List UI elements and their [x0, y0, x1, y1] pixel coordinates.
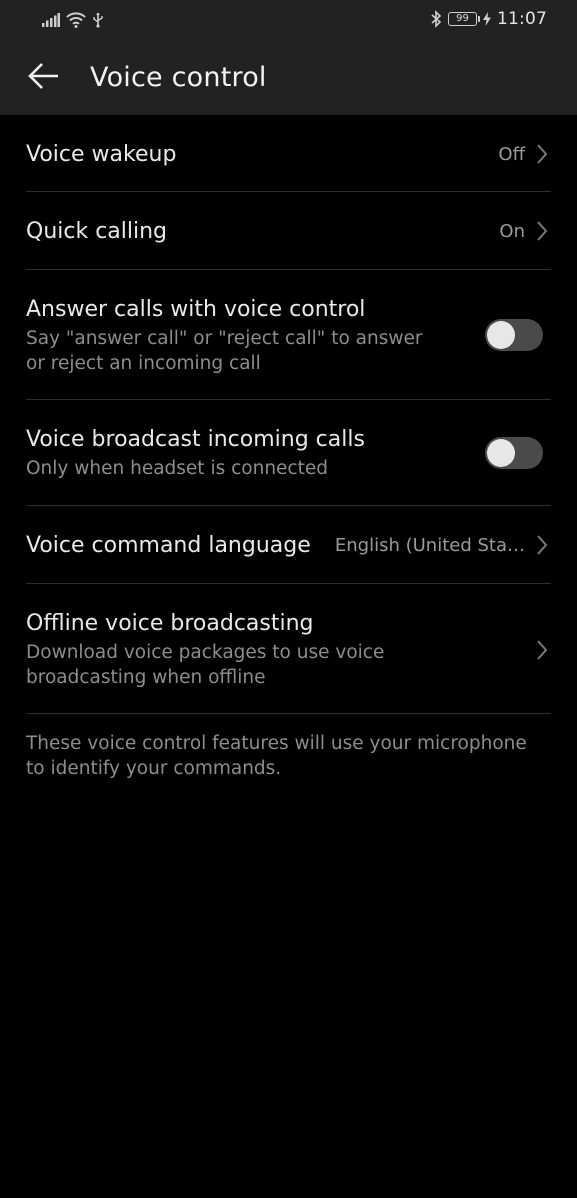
answer-calls-toggle[interactable]: [485, 319, 543, 351]
toggle-knob: [487, 321, 515, 349]
back-arrow-icon[interactable]: [26, 58, 62, 94]
voice-broadcast-label: Voice broadcast incoming calls: [26, 427, 365, 452]
app-bar: Voice control: [0, 40, 577, 115]
offline-broadcasting-text: Offline voice broadcasting Download voic…: [26, 610, 426, 690]
usb-icon: [93, 12, 103, 28]
chevron-right-icon: [537, 221, 548, 241]
signal-icon: [42, 13, 60, 27]
chevron-right-icon: [537, 144, 548, 164]
offline-broadcasting-label: Offline voice broadcasting: [26, 611, 314, 636]
command-language-label: Voice command language: [26, 533, 311, 558]
chevron-right-icon: [537, 535, 548, 555]
settings-list: Voice wakeup Off Quick calling On Answer…: [26, 115, 551, 714]
status-left: [42, 10, 104, 30]
offline-broadcasting-row[interactable]: Offline voice broadcasting Download voic…: [26, 584, 551, 714]
wifi-icon: [66, 12, 86, 28]
voice-broadcast-row[interactable]: Voice broadcast incoming calls Only when…: [26, 400, 551, 506]
voice-wakeup-row[interactable]: Voice wakeup Off: [26, 115, 551, 192]
quick-calling-value: On: [499, 221, 525, 242]
microphone-usage-note: These voice control features will use yo…: [26, 733, 527, 779]
quick-calling-row[interactable]: Quick calling On: [26, 192, 551, 270]
voice-broadcast-text: Voice broadcast incoming calls Only when…: [26, 426, 446, 481]
top-area: 99 11:07 Voice control: [0, 0, 577, 115]
voice-broadcast-toggle[interactable]: [485, 437, 543, 469]
command-language-value: English (United Sta…: [334, 535, 525, 556]
toggle-knob: [487, 439, 515, 467]
quick-calling-label: Quick calling: [26, 219, 168, 244]
voice-wakeup-value: Off: [498, 144, 525, 165]
battery-level: 99: [456, 13, 469, 24]
answer-calls-row[interactable]: Answer calls with voice control Say "ans…: [26, 270, 551, 400]
status-time: 11:07: [497, 9, 547, 29]
status-right: 99 11:07: [430, 8, 547, 30]
status-bar: 99 11:07: [0, 0, 577, 40]
page-title: Voice control: [90, 62, 267, 93]
answer-calls-description: Say "answer call" or "reject call" to an…: [26, 328, 423, 374]
voice-broadcast-description: Only when headset is connected: [26, 458, 328, 479]
answer-calls-label: Answer calls with voice control: [26, 297, 366, 322]
bluetooth-icon: [431, 10, 442, 28]
answer-calls-text: Answer calls with voice control Say "ans…: [26, 296, 426, 376]
offline-broadcasting-description: Download voice packages to use voice bro…: [26, 642, 385, 688]
charging-icon: [483, 12, 491, 26]
command-language-row[interactable]: Voice command language English (United S…: [26, 506, 551, 584]
voice-wakeup-label: Voice wakeup: [26, 142, 177, 167]
battery-indicator: 99: [448, 12, 480, 26]
chevron-right-icon: [537, 640, 548, 660]
